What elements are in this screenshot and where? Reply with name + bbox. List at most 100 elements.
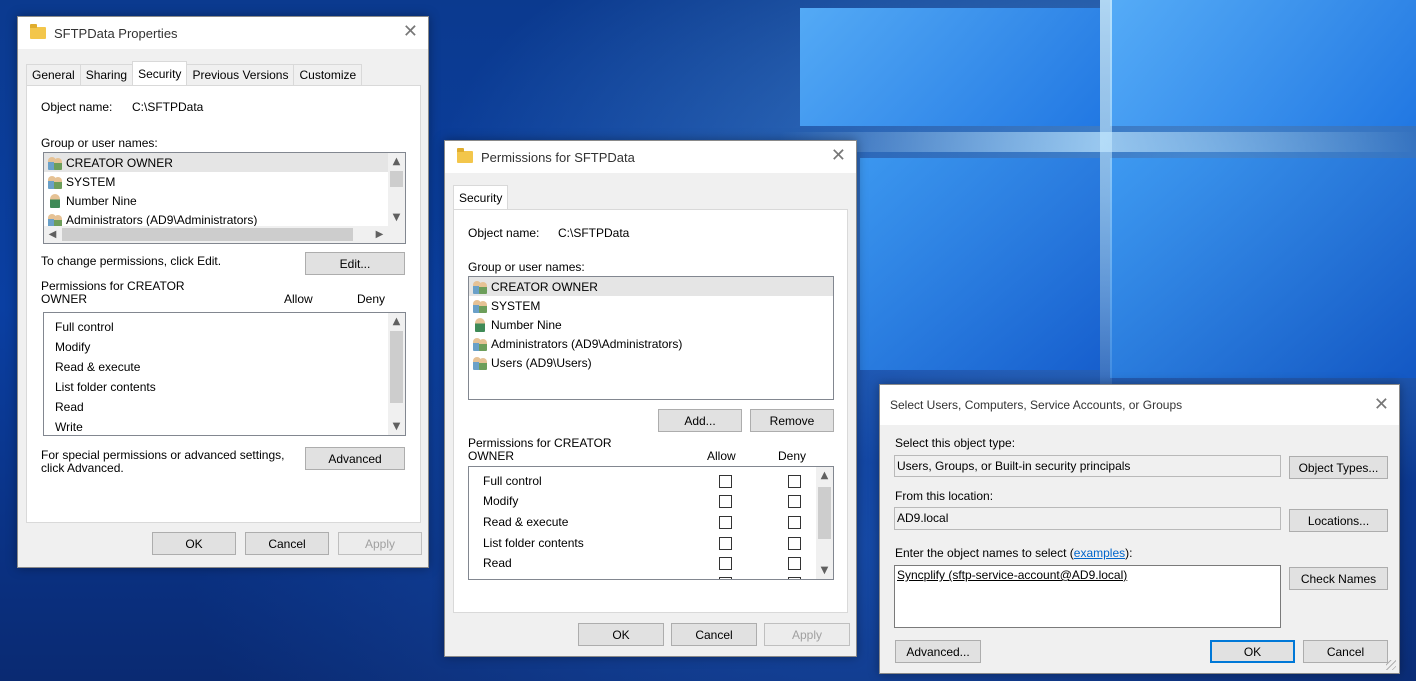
- permissions-scrollbar[interactable]: ▲ ▼: [388, 313, 405, 435]
- apply-button[interactable]: Apply: [764, 623, 850, 646]
- list-item[interactable]: Number Nine: [469, 315, 833, 334]
- list-item[interactable]: CREATOR OWNER: [469, 277, 833, 296]
- tab-customize[interactable]: Customize: [293, 64, 363, 85]
- user-icon: [472, 317, 488, 332]
- ok-button[interactable]: OK: [578, 623, 664, 646]
- permissions-header: Permissions for CREATOR: [468, 436, 612, 450]
- permission-name: Read & execute: [55, 360, 141, 374]
- light-beam: [780, 132, 1416, 152]
- group-icon: [472, 280, 488, 294]
- deny-checkbox[interactable]: [788, 557, 801, 570]
- change-permissions-text: To change permissions, click Edit.: [41, 254, 222, 268]
- object-name-label: Object name:: [41, 100, 113, 114]
- permissions-scrollbar[interactable]: ▲ ▼: [816, 467, 833, 579]
- close-icon[interactable]: ✕: [831, 147, 846, 165]
- location-field: AD9.local: [894, 507, 1281, 530]
- locations-button[interactable]: Locations...: [1289, 509, 1388, 532]
- permissions-tabs: Security: [453, 185, 509, 209]
- permission-name: Read: [483, 556, 512, 570]
- ok-button[interactable]: OK: [1210, 640, 1295, 663]
- permission-name: List folder contents: [483, 536, 584, 550]
- allow-checkbox[interactable]: [719, 475, 732, 488]
- deny-checkbox[interactable]: [788, 495, 801, 508]
- tab-sharing[interactable]: Sharing: [79, 64, 134, 85]
- tab-security[interactable]: Security: [453, 185, 509, 209]
- list-item[interactable]: Users (AD9\Users): [469, 353, 833, 372]
- add-button[interactable]: Add...: [658, 409, 742, 432]
- permission-row: Read & execute: [469, 512, 568, 532]
- permissions-header-owner: OWNER: [468, 449, 514, 463]
- ok-button[interactable]: OK: [152, 532, 236, 555]
- cancel-button[interactable]: Cancel: [671, 623, 757, 646]
- scroll-up-icon[interactable]: ▲: [388, 313, 405, 330]
- group-names-label: Group or user names:: [41, 136, 158, 150]
- scroll-left-icon[interactable]: ◀: [44, 226, 61, 243]
- permission-name: Full control: [483, 474, 542, 488]
- scroll-up-icon[interactable]: ▲: [388, 153, 405, 170]
- permission-row: Read & execute: [44, 357, 140, 377]
- allow-checkbox[interactable]: [719, 557, 732, 570]
- scroll-thumb[interactable]: [390, 171, 403, 187]
- permission-row: List folder contents: [469, 533, 584, 553]
- list-item[interactable]: SYSTEM: [44, 172, 405, 191]
- remove-button[interactable]: Remove: [750, 409, 834, 432]
- group-icon: [472, 299, 488, 313]
- scroll-down-icon[interactable]: ▼: [388, 418, 405, 435]
- list-item[interactable]: Number Nine: [44, 191, 405, 210]
- allow-checkbox[interactable]: [719, 537, 732, 550]
- deny-checkbox[interactable]: [788, 516, 801, 529]
- window-logo-pane: [860, 158, 1100, 370]
- scroll-down-icon[interactable]: ▼: [816, 562, 833, 579]
- tab-security[interactable]: Security: [132, 61, 188, 85]
- object-types-button[interactable]: Object Types...: [1289, 456, 1388, 479]
- deny-checkbox[interactable]: [788, 577, 801, 579]
- object-names-input[interactable]: Syncplify (sftp-service-account@AD9.loca…: [894, 565, 1281, 628]
- permission-row: Full control: [44, 317, 114, 337]
- folder-icon: [30, 24, 46, 39]
- list-item[interactable]: Administrators (AD9\Administrators): [469, 334, 833, 353]
- check-names-button[interactable]: Check Names: [1289, 567, 1388, 590]
- permissions-dialog: Permissions for SFTPData ✕ Security Obje…: [444, 140, 857, 657]
- list-item[interactable]: CREATOR OWNER: [44, 153, 405, 172]
- advanced-button[interactable]: Advanced: [305, 447, 405, 470]
- select-users-dialog: Select Users, Computers, Service Account…: [879, 384, 1400, 674]
- user-list-scrollbar[interactable]: ▲ ▼: [388, 153, 405, 226]
- permission-name: Modify: [483, 494, 519, 508]
- allow-checkbox[interactable]: [719, 577, 732, 579]
- deny-checkbox[interactable]: [788, 475, 801, 488]
- close-icon[interactable]: ✕: [403, 23, 418, 41]
- edit-button[interactable]: Edit...: [305, 252, 405, 275]
- permission-row: List folder contents: [44, 377, 156, 397]
- entered-object-name[interactable]: Syncplify (sftp-service-account@AD9.loca…: [897, 568, 1127, 582]
- apply-button[interactable]: Apply: [338, 532, 422, 555]
- allow-checkbox[interactable]: [719, 495, 732, 508]
- list-item[interactable]: SYSTEM: [469, 296, 833, 315]
- hscroll-thumb[interactable]: [62, 228, 353, 241]
- examples-link[interactable]: examples: [1074, 546, 1125, 560]
- user-list[interactable]: CREATOR OWNER SYSTEM Number Nine Adminis…: [43, 152, 406, 244]
- allow-checkbox[interactable]: [719, 516, 732, 529]
- user-list[interactable]: CREATOR OWNER SYSTEM Number Nine Adminis…: [468, 276, 834, 400]
- permission-name: List folder contents: [55, 380, 156, 394]
- tab-previous-versions[interactable]: Previous Versions: [186, 64, 295, 85]
- object-name-label: Object name:: [468, 226, 540, 240]
- deny-checkbox[interactable]: [788, 537, 801, 550]
- cancel-button[interactable]: Cancel: [1303, 640, 1388, 663]
- permissions-list: Full control Modify Read & execute List …: [468, 466, 834, 580]
- scroll-thumb[interactable]: [390, 331, 403, 403]
- scroll-down-icon[interactable]: ▼: [388, 209, 405, 226]
- close-icon[interactable]: ✕: [1374, 396, 1389, 414]
- special-permissions-text: For special permissions or advanced sett…: [41, 448, 285, 462]
- scroll-right-icon[interactable]: ▶: [371, 226, 388, 243]
- scroll-up-icon[interactable]: ▲: [816, 467, 833, 484]
- cancel-button[interactable]: Cancel: [245, 532, 329, 555]
- user-list-hscrollbar[interactable]: ◀ ▶: [44, 226, 405, 243]
- scroll-thumb[interactable]: [818, 487, 831, 539]
- object-name-value: C:\SFTPData: [132, 100, 204, 114]
- user-name: Administrators (AD9\Administrators): [66, 212, 258, 227]
- user-name: Number Nine: [66, 193, 137, 208]
- user-name: CREATOR OWNER: [66, 155, 173, 170]
- advanced-button[interactable]: Advanced...: [895, 640, 981, 663]
- resize-grip[interactable]: [1386, 660, 1396, 670]
- tab-general[interactable]: General: [26, 64, 81, 85]
